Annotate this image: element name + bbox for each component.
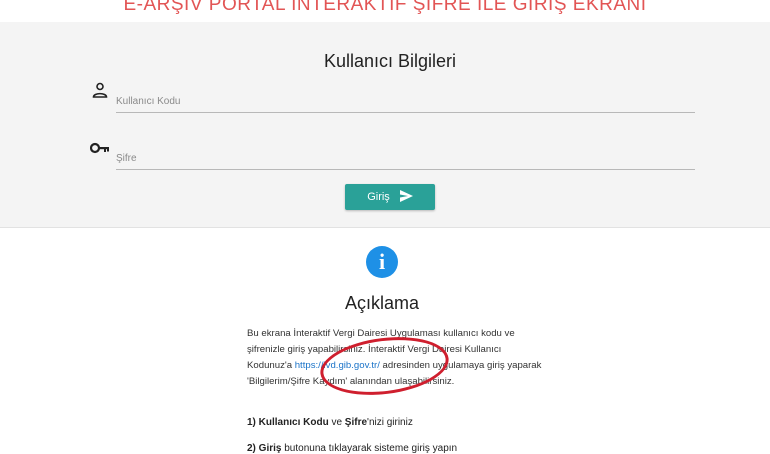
password-field[interactable] [116, 147, 695, 170]
step-1: 1) Kullanıcı Kodu ve Şifre'nizi giriniz [247, 417, 413, 428]
info-icon: i [366, 246, 398, 278]
send-icon [399, 189, 413, 205]
password-input[interactable] [116, 147, 695, 169]
step-2: 2) Giriş butonuna tıklayarak sisteme gir… [247, 443, 458, 454]
page-title: E-ARŞİV PORTAL İNTERAKTİF ŞİFRE İLE GİRİ… [123, 0, 647, 15]
login-button-label: Giriş [367, 191, 390, 203]
login-panel: Kullanıcı Bilgileri Giriş [0, 22, 770, 228]
user-icon [92, 82, 108, 103]
login-button[interactable]: Giriş [345, 184, 435, 210]
info-heading: Açıklama [344, 293, 420, 313]
key-icon [89, 141, 110, 159]
username-field[interactable] [116, 90, 695, 113]
username-input[interactable] [116, 90, 695, 112]
login-heading: Kullanıcı Bilgileri [323, 51, 457, 71]
